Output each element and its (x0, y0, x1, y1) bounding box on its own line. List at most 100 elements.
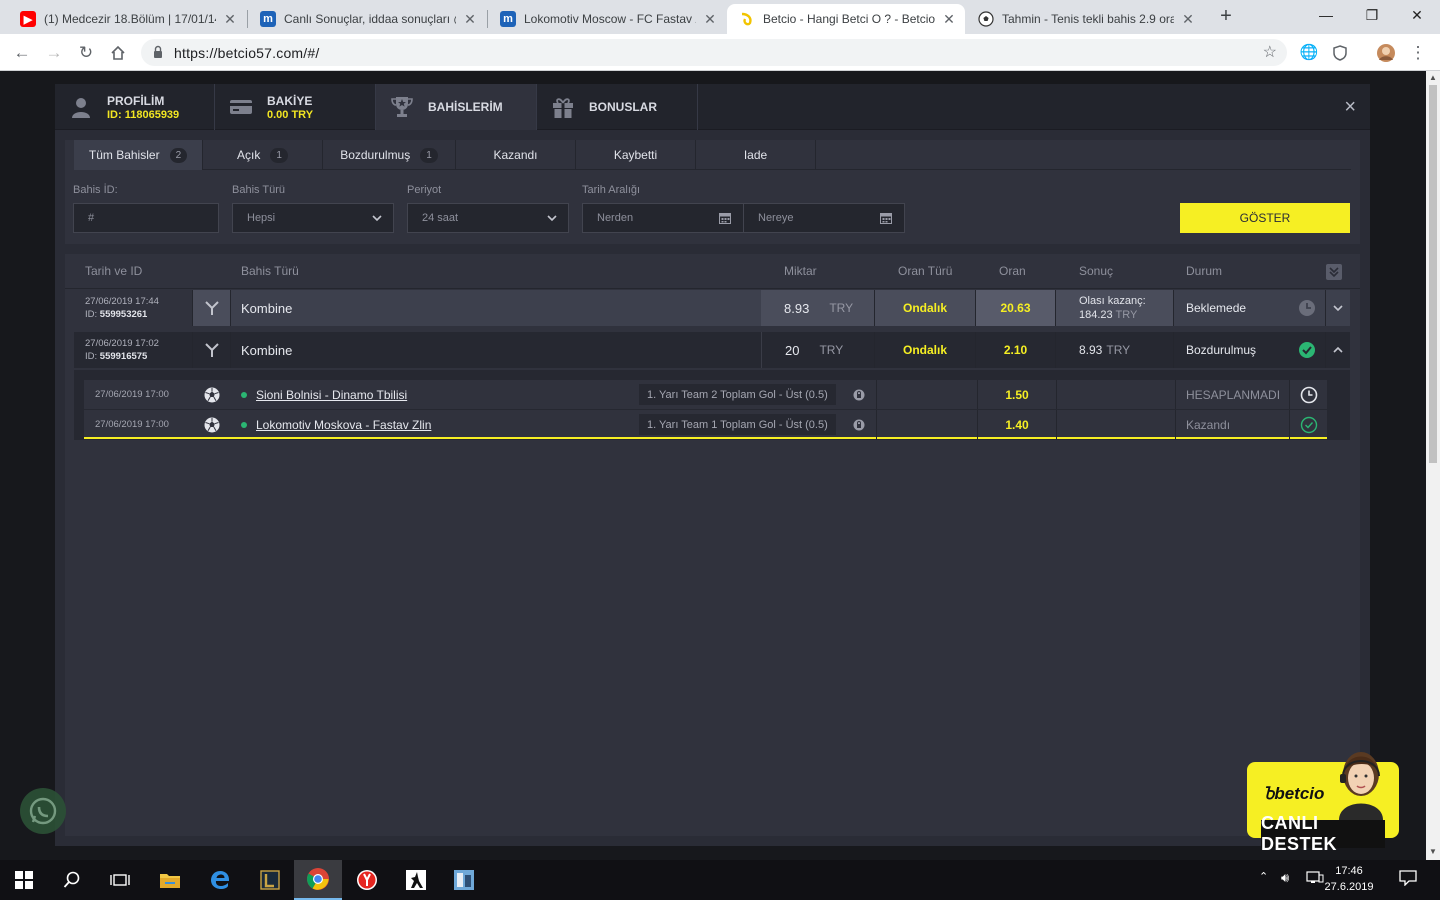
period-select[interactable]: 24 saat (407, 203, 569, 233)
table-row[interactable]: 27/06/2019 17:02 ID: 559916575 Kombine 2… (74, 332, 1350, 368)
match-link[interactable]: Sioni Bolnisi - Dinamo Tbilisi (256, 388, 407, 402)
count-badge: 1 (270, 147, 288, 163)
subtab-cashed-out[interactable]: Bozdurulmuş 1 (323, 140, 456, 170)
selection-odds: 1.40 (977, 410, 1057, 439)
col-divider (876, 410, 877, 439)
chevron-down-icon (372, 215, 382, 222)
scrollbar-thumb[interactable] (1429, 85, 1437, 463)
subtab-refund[interactable]: Iade (696, 140, 816, 170)
bet-type: Kombine (241, 342, 293, 358)
home-icon[interactable] (105, 40, 131, 66)
file-explorer-icon[interactable] (146, 860, 194, 900)
tab-title: (1) Medcezir 18.Bölüm | 17/01/14 (44, 12, 216, 26)
modal-close-button[interactable]: × (1344, 96, 1356, 119)
back-arrow-icon[interactable]: ← (9, 40, 35, 66)
bet-date: 27/06/2019 17:02 (85, 338, 159, 349)
tab-my-bets[interactable]: BAHİSLERİM (376, 84, 537, 130)
scroll-up-arrow-icon[interactable]: ▲ (1426, 73, 1440, 82)
date-from-input[interactable]: Nerden (582, 203, 744, 233)
close-tab-icon[interactable]: ✕ (1180, 11, 1196, 28)
tab-bonuses-label: BONUSLAR (589, 100, 657, 114)
bookmark-star-icon[interactable]: ☆ (1263, 42, 1277, 62)
shield-icon[interactable] (1327, 40, 1353, 66)
profile-avatar[interactable] (1373, 40, 1399, 66)
scroll-down-arrow-icon[interactable]: ▼ (1426, 847, 1440, 856)
bet-amount: 20 TRY (761, 332, 875, 368)
forward-arrow-icon[interactable]: → (41, 40, 67, 66)
close-tab-icon[interactable]: ✕ (702, 11, 718, 28)
tab-balance-label: BAKİYE (267, 93, 313, 108)
collapse-all-button[interactable] (1326, 264, 1342, 280)
potential-win: Olası kazanç: 184.23 TRY (1056, 290, 1174, 326)
windows-taskbar: ⌃ 🔊︎ 17:46 27.6.2019 (0, 860, 1440, 900)
subtab-all-bets[interactable]: Tüm Bahisler 2 (74, 140, 203, 170)
network-icon[interactable] (1306, 870, 1324, 887)
browser-tab-3[interactable]: m Lokomotiv Moscow - FC Fastav Z ✕ (488, 4, 726, 34)
reload-icon[interactable]: ↻ (73, 40, 99, 66)
support-agent-avatar (1339, 752, 1383, 820)
subtab-open[interactable]: Açık 1 (203, 140, 323, 170)
browser-tab-2[interactable]: m Canlı Sonuçlar, iddaa sonuçları @ ✕ (248, 4, 486, 34)
soccer-ball-icon (978, 11, 994, 27)
whatsapp-button[interactable] (20, 788, 66, 834)
search-icon[interactable] (48, 860, 96, 900)
page-scrollbar[interactable]: ▲ ▼ (1426, 71, 1440, 860)
tab-bonuses[interactable]: BONUSLAR (537, 84, 698, 130)
edge-browser-icon[interactable] (196, 860, 244, 900)
browser-tab-5[interactable]: Tahmin - Tenis tekli bahis 2.9 oran ✕ (966, 4, 1204, 34)
tab-balance[interactable]: BAKİYE 0.00 TRY (215, 84, 376, 130)
col-divider (876, 380, 877, 409)
browser-tab-1[interactable]: ▶ (1) Medcezir 18.Bölüm | 17/01/14 ✕ (8, 4, 246, 34)
subtab-label: Kazandı (493, 148, 538, 162)
tab-profile-label: PROFİLİM (107, 93, 165, 108)
collapse-row-button[interactable] (1326, 332, 1350, 368)
bet-id-input[interactable]: # (73, 203, 219, 233)
selection-match-cell: Sioni Bolnisi - Dinamo Tbilisi (241, 380, 407, 409)
tab-profile[interactable]: PROFİLİM ID: 118065939 (55, 84, 215, 130)
cs-game-icon[interactable] (392, 860, 440, 900)
selection-market-cell: 1. Yarı Team 1 Toplam Gol - Üst (0.5) (639, 410, 836, 439)
bet-date-id: 27/06/2019 17:02 ID: 559916575 (74, 332, 193, 368)
minimize-button[interactable]: — (1303, 0, 1349, 30)
table-row[interactable]: 27/06/2019 17:44 ID: 559953261 Kombine 8… (74, 290, 1350, 326)
close-tab-icon[interactable]: ✕ (941, 11, 957, 28)
live-dot-icon (241, 391, 247, 398)
maximize-button[interactable]: ❐ (1349, 0, 1395, 30)
date-from-placeholder: Nerden (597, 212, 634, 224)
chrome-taskbar-icon[interactable] (294, 860, 342, 900)
globe-icon[interactable]: 🌐 (1296, 40, 1322, 66)
browser-tab-4-active[interactable]: Betcio - Hangi Betci O ? - Betcio ✕ (727, 4, 965, 34)
task-view-icon[interactable] (96, 860, 144, 900)
clock-time: 17:46 (1335, 865, 1363, 877)
header-odds: Oran (999, 264, 1026, 278)
browser-toolbar: ← → ↻ https://betcio57.com/#/ ☆ 🌐 ⋮ (0, 34, 1440, 71)
expand-row-button[interactable] (1326, 290, 1350, 326)
app-icon[interactable] (440, 860, 488, 900)
subtab-won[interactable]: Kazandı (456, 140, 576, 170)
window-close-button[interactable]: ✕ (1394, 0, 1440, 30)
tray-chevron-up-icon[interactable]: ⌃ (1259, 870, 1268, 883)
notifications-icon[interactable] (1399, 870, 1417, 889)
volume-icon[interactable]: 🔊︎ (1281, 870, 1289, 886)
bet-type-select[interactable]: Hepsi (232, 203, 394, 233)
clock-date: 27.6.2019 (1324, 881, 1374, 893)
match-link[interactable]: Lokomotiv Moskova - Fastav Zlin (256, 418, 431, 432)
new-tab-button[interactable]: + (1214, 5, 1238, 29)
date-to-input[interactable]: Nereye (743, 203, 905, 233)
windows-start-icon[interactable] (0, 860, 48, 900)
modal-tabs: PROFİLİM ID: 118065939 BAKİYE 0.00 TRY B… (55, 84, 1370, 130)
close-tab-icon[interactable]: ✕ (462, 11, 478, 28)
date-to-placeholder: Nereye (758, 212, 794, 224)
odds-value: 20.63 (976, 290, 1056, 326)
live-support-widget[interactable]: Ⴆbetcio CANLI DESTEK (1247, 742, 1399, 854)
browser-menu-icon[interactable]: ⋮ (1405, 40, 1431, 66)
yandex-browser-icon[interactable] (343, 860, 391, 900)
game-launcher-icon[interactable] (246, 860, 294, 900)
address-bar[interactable]: https://betcio57.com/#/ ☆ (141, 39, 1287, 66)
show-button[interactable]: GÖSTER (1180, 203, 1350, 233)
system-clock[interactable]: 17:46 27.6.2019 (1324, 863, 1374, 895)
subtab-label: Iade (743, 148, 768, 162)
subtab-lost[interactable]: Kaybetti (576, 140, 696, 170)
cashout-value: 8.93 (1079, 343, 1103, 357)
close-tab-icon[interactable]: ✕ (222, 11, 238, 28)
